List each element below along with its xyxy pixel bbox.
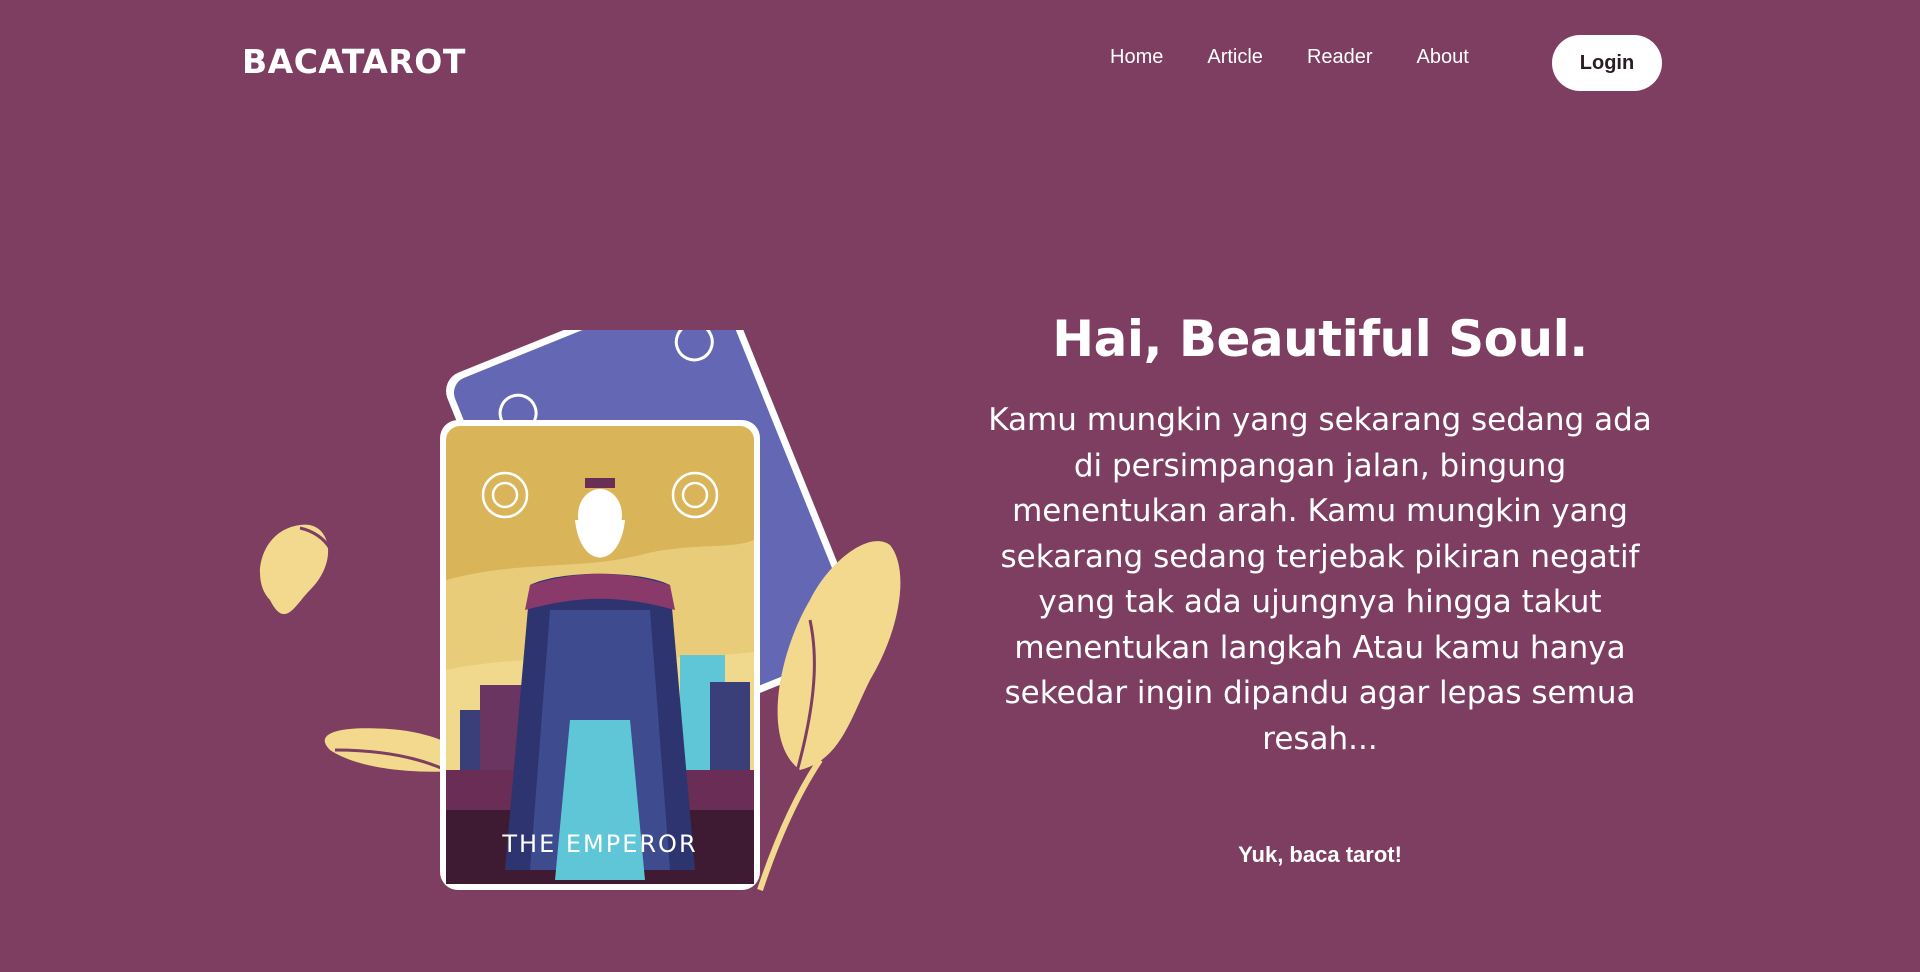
- nav-article[interactable]: Article: [1207, 46, 1263, 69]
- leaf-left-icon: [260, 524, 329, 615]
- cta-read-tarot[interactable]: Yuk, baca tarot!: [1238, 842, 1402, 868]
- tarot-illustration: THE EMPEROR: [240, 273, 920, 910]
- login-button[interactable]: Login: [1552, 35, 1662, 91]
- nav-home[interactable]: Home: [1110, 46, 1163, 69]
- navbar: BACATAROT Home Article Reader About Logi…: [0, 0, 1920, 126]
- nav-links: Home Article Reader About: [1110, 46, 1469, 69]
- nav-about[interactable]: About: [1417, 46, 1469, 69]
- hero-description: Kamu mungkin yang sekarang sedang ada di…: [988, 402, 1652, 757]
- card-caption: THE EMPEROR: [502, 830, 698, 858]
- hero-section: Hai, Beautiful Soul. Kamu mungkin yang s…: [960, 310, 1680, 868]
- brand-logo[interactable]: BACATAROT: [242, 42, 466, 81]
- hero-title: Hai, Beautiful Soul.: [1052, 310, 1588, 368]
- tarot-cards-graphic: [260, 273, 901, 891]
- emperor-card: [440, 420, 760, 890]
- nav-reader[interactable]: Reader: [1307, 46, 1373, 69]
